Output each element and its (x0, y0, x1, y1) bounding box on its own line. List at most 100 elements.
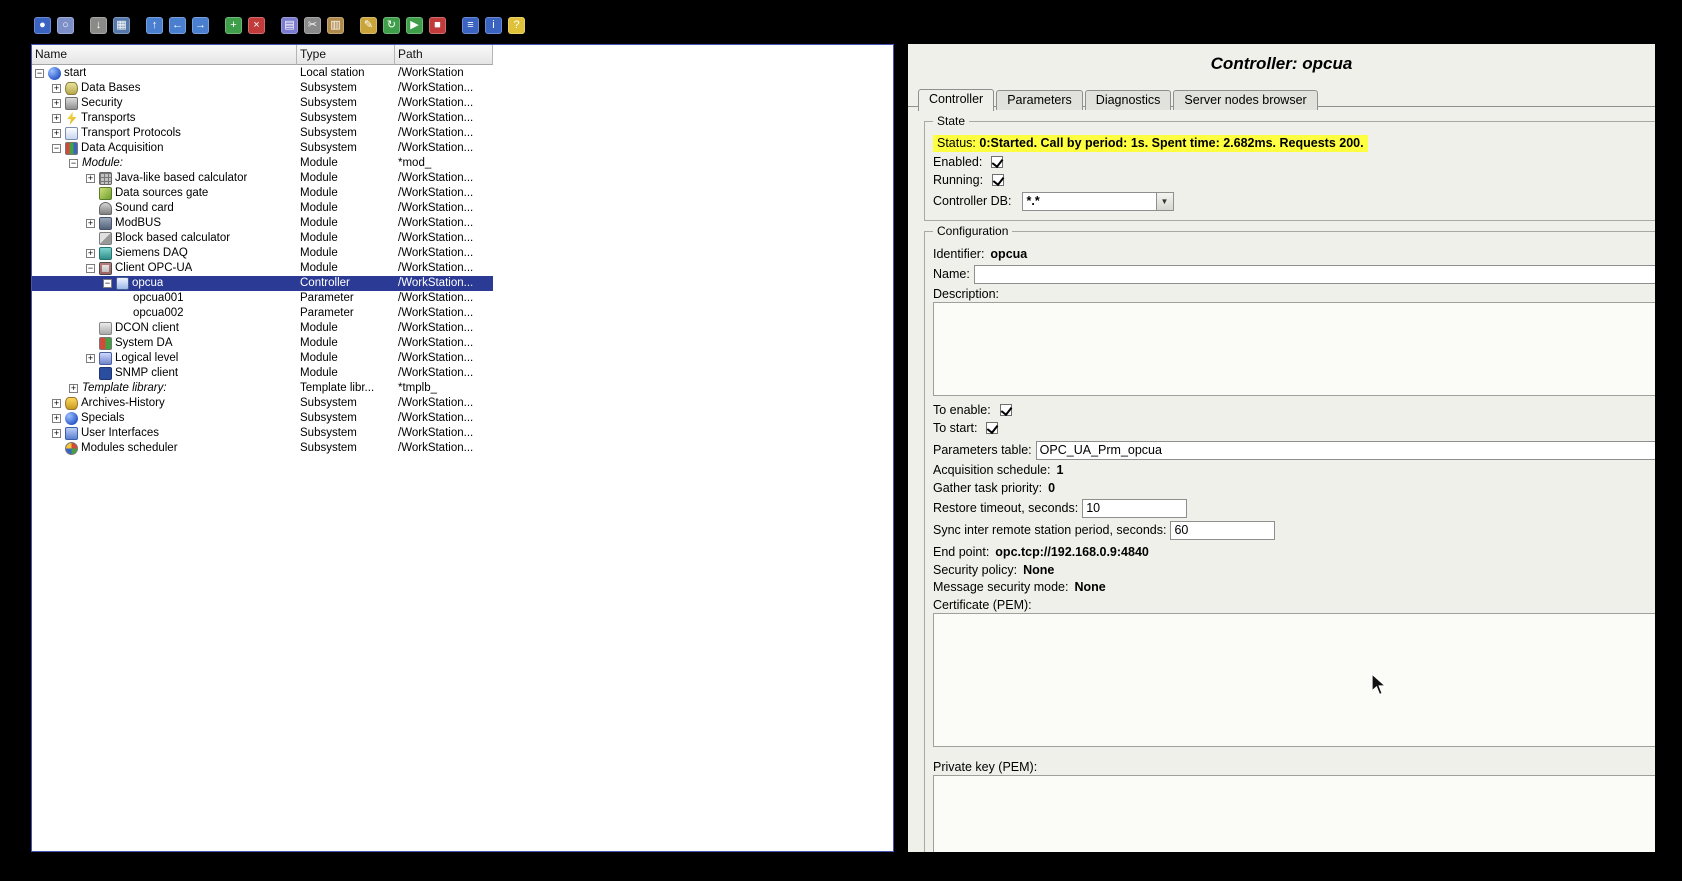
expand-icon[interactable]: + (52, 429, 61, 438)
tree-row-opcua002[interactable]: opcua002Parameter/WorkStation... (32, 306, 493, 321)
cut-icon[interactable]: ✂ (304, 17, 321, 34)
tree-row-modbus[interactable]: +ModBUSModule/WorkStation... (32, 216, 493, 231)
tab-diagnostics[interactable]: Diagnostics (1085, 90, 1172, 110)
expand-icon[interactable]: + (69, 384, 78, 393)
collapse-icon[interactable]: − (52, 144, 61, 153)
siemens-icon (99, 247, 112, 260)
parameters-table-input[interactable] (1036, 441, 1655, 460)
collapse-icon[interactable]: − (86, 264, 95, 273)
refresh-icon[interactable]: ↻ (383, 17, 400, 34)
tree-column-header-type[interactable]: Type (297, 45, 395, 65)
tree-item-label: Modules scheduler (81, 441, 178, 456)
controller-db-select[interactable]: *.* ▼ (1022, 192, 1174, 211)
enabled-checkbox[interactable] (991, 156, 1003, 168)
expand-icon[interactable]: + (86, 354, 95, 363)
tree-row-data-sources-gate[interactable]: Data sources gateModule/WorkStation... (32, 186, 493, 201)
manual-icon[interactable]: ≡ (462, 17, 479, 34)
tree-cell-name: + Transports (32, 111, 297, 126)
tab-controller[interactable]: Controller (918, 89, 994, 111)
start-icon[interactable]: ▶ (406, 17, 423, 34)
expand-icon[interactable]: + (52, 414, 61, 423)
connect-icon[interactable]: ● (34, 17, 51, 34)
collapse-icon[interactable]: − (103, 279, 112, 288)
collapse-icon[interactable]: − (69, 159, 78, 168)
tree-row-opcua001[interactable]: opcua001Parameter/WorkStation... (32, 291, 493, 306)
tree-row-system-da[interactable]: System DAModule/WorkStation... (32, 336, 493, 351)
calculator-icon (99, 172, 112, 185)
tree-item-label: Transports (81, 111, 136, 126)
previous-icon[interactable]: ← (169, 17, 186, 34)
to-start-label: To start: (933, 421, 977, 435)
tree-row-logical-level[interactable]: +Logical levelModule/WorkStation... (32, 351, 493, 366)
tree-row-transport-protocols[interactable]: +Transport ProtocolsSubsystem/WorkStatio… (32, 126, 493, 141)
tree-row-snmp-client[interactable]: SNMP clientModule/WorkStation... (32, 366, 493, 381)
controller-icon (116, 277, 129, 290)
tree-item-label: Transport Protocols (81, 126, 181, 141)
collapse-icon[interactable]: − (35, 69, 44, 78)
paste-icon[interactable]: ▥ (327, 17, 344, 34)
tree-cell-name: System DA (32, 336, 297, 351)
tree-row-dcon-client[interactable]: DCON clientModule/WorkStation... (32, 321, 493, 336)
add-icon[interactable]: + (225, 17, 242, 34)
sync-period-input[interactable] (1170, 521, 1275, 540)
tree-row-user-interfaces[interactable]: +User InterfacesSubsystem/WorkStation... (32, 426, 493, 441)
expand-icon[interactable]: + (86, 219, 95, 228)
identifier-value: opcua (990, 247, 1027, 261)
tree-cell-type: Module (297, 186, 395, 201)
tab-parameters[interactable]: Parameters (996, 90, 1083, 110)
tree-column-header-name[interactable]: Name (32, 45, 297, 65)
tree-row-start[interactable]: −startLocal station/WorkStation (32, 66, 493, 81)
help-icon[interactable]: ? (508, 17, 525, 34)
copy-icon[interactable]: ▤ (281, 17, 298, 34)
delete-icon[interactable]: × (248, 17, 265, 34)
up-icon[interactable]: ↑ (146, 17, 163, 34)
expand-icon[interactable]: + (52, 114, 61, 123)
tree-cell-name: Sound card (32, 201, 297, 216)
load-icon[interactable]: ↓ (90, 17, 107, 34)
save-icon[interactable]: ▦ (113, 17, 130, 34)
expand-icon[interactable]: + (52, 99, 61, 108)
description-textarea[interactable] (933, 302, 1655, 396)
private-key-textarea[interactable] (933, 775, 1655, 852)
tree-cell-type: Subsystem (297, 441, 395, 456)
tree-row-client-opc-ua[interactable]: −Client OPC-UAModule/WorkStation... (32, 261, 493, 276)
acquisition-schedule-label: Acquisition schedule: (933, 463, 1050, 477)
tree-row-sound-card[interactable]: Sound cardModule/WorkStation... (32, 201, 493, 216)
tree-row-opcua[interactable]: −opcuaController/WorkStation... (32, 276, 493, 291)
tab-server-nodes-browser[interactable]: Server nodes browser (1173, 90, 1317, 110)
running-checkbox[interactable] (992, 174, 1004, 186)
next-icon[interactable]: → (192, 17, 209, 34)
expand-icon[interactable]: + (52, 399, 61, 408)
expander-spacer (86, 208, 99, 209)
to-enable-checkbox[interactable] (1000, 404, 1012, 416)
certificate-textarea[interactable] (933, 613, 1655, 747)
tree-row-java-like-based-calculator[interactable]: +Java-like based calculatorModule/WorkSt… (32, 171, 493, 186)
enabled-label: Enabled: (933, 155, 982, 169)
expand-icon[interactable]: + (86, 174, 95, 183)
name-input[interactable] (974, 265, 1655, 284)
tree-row-template-library[interactable]: +Template library:Template libr...*tmplb… (32, 381, 493, 396)
disconnect-icon[interactable]: ○ (57, 17, 74, 34)
tree-row-siemens-daq[interactable]: +Siemens DAQModule/WorkStation... (32, 246, 493, 261)
tree-row-data-bases[interactable]: +Data BasesSubsystem/WorkStation... (32, 81, 493, 96)
chevron-down-icon[interactable]: ▼ (1156, 193, 1173, 210)
tree-row-specials[interactable]: +SpecialsSubsystem/WorkStation... (32, 411, 493, 426)
tree-cell-name: +User Interfaces (32, 426, 297, 441)
tree-row-security[interactable]: +SecuritySubsystem/WorkStation... (32, 96, 493, 111)
expand-icon[interactable]: + (52, 84, 61, 93)
to-start-checkbox[interactable] (986, 422, 998, 434)
expand-icon[interactable]: + (86, 249, 95, 258)
tree-row-data-acquisition[interactable]: −Data AcquisitionSubsystem/WorkStation..… (32, 141, 493, 156)
tree-row-modules-scheduler[interactable]: Modules schedulerSubsystem/WorkStation..… (32, 441, 493, 456)
tree-row-transports[interactable]: +TransportsSubsystem/WorkStation... (32, 111, 493, 126)
expand-icon[interactable]: + (52, 129, 61, 138)
state-legend: State (933, 114, 969, 128)
about-icon[interactable]: i (485, 17, 502, 34)
tree-column-header-path[interactable]: Path (395, 45, 493, 65)
tree-row-block-based-calculator[interactable]: Block based calculatorModule/WorkStation… (32, 231, 493, 246)
edit-icon[interactable]: ✎ (360, 17, 377, 34)
stop-icon[interactable]: ■ (429, 17, 446, 34)
tree-row-module[interactable]: −Module:Module*mod_ (32, 156, 493, 171)
tree-row-archives-history[interactable]: +Archives-HistorySubsystem/WorkStation..… (32, 396, 493, 411)
restore-timeout-input[interactable] (1082, 499, 1187, 518)
